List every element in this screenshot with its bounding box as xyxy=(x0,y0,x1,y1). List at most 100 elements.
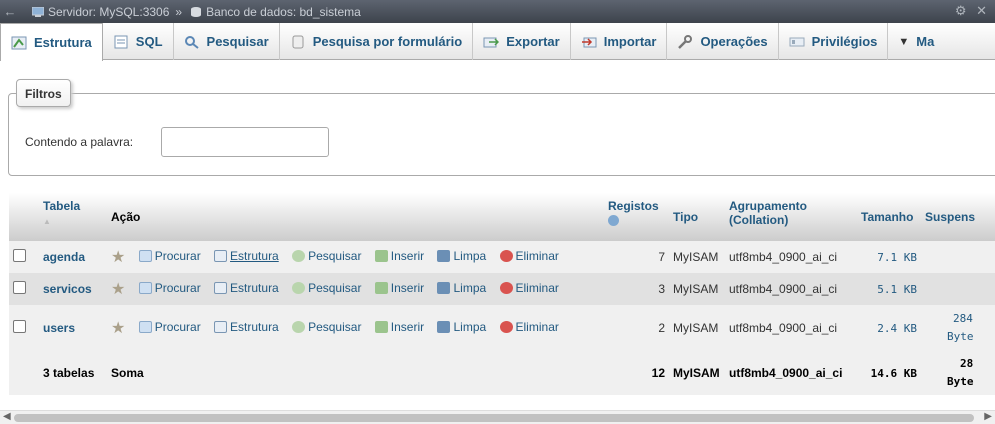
help-icon[interactable] xyxy=(608,215,619,226)
action-procurar[interactable]: Procurar xyxy=(138,249,201,263)
row-checkbox[interactable] xyxy=(13,320,26,333)
action-inserir[interactable]: Inserir xyxy=(374,320,424,334)
row-tamanho[interactable]: 2.4 KB xyxy=(857,305,921,351)
tab-estrutura[interactable]: Estrutura xyxy=(0,23,103,61)
filter-input[interactable] xyxy=(161,127,329,157)
header-agrupamento-label: Agrupamento xyxy=(729,199,807,213)
row-tamanho[interactable]: 7.1 KB xyxy=(857,241,921,273)
header-checkbox-col xyxy=(9,193,39,241)
action-label: Estrutura xyxy=(230,249,279,263)
action-label: Inserir xyxy=(390,249,425,263)
row-suspenso: 284 Byte xyxy=(921,305,995,351)
tables-list: Tabela ▲ Ação Registos Tipo Agrupamento … xyxy=(9,193,995,395)
action-procurar[interactable]: Procurar xyxy=(138,320,201,334)
star-icon[interactable]: ★ xyxy=(111,281,125,298)
row-actions: ★ Procurar Estrutura Pesquisar Inserir L… xyxy=(107,273,604,305)
action-label: Estrutura xyxy=(230,281,279,295)
action-estrutura[interactable]: Estrutura xyxy=(214,249,279,263)
tab-pesquisar[interactable]: Pesquisar xyxy=(174,23,280,60)
browse-icon xyxy=(138,250,152,262)
scrollbar-thumb[interactable] xyxy=(14,414,974,422)
tab-label: Importar xyxy=(603,34,657,49)
privileges-icon xyxy=(789,37,805,46)
star-icon[interactable]: ★ xyxy=(111,320,125,337)
tab-operacoes[interactable]: Operações xyxy=(667,23,779,60)
action-estrutura[interactable]: Estrutura xyxy=(214,281,279,295)
header-tipo[interactable]: Tipo xyxy=(669,193,725,241)
filters-legend: Filtros xyxy=(16,79,71,107)
breadcrumb-database-label: Banco de dados: bd_sistema xyxy=(206,4,361,19)
caret-down-icon: ▼ xyxy=(898,35,910,48)
header-tabela[interactable]: Tabela ▲ xyxy=(39,193,107,241)
breadcrumb-database[interactable]: Banco de dados: bd_sistema xyxy=(188,5,361,19)
action-inserir[interactable]: Inserir xyxy=(374,249,425,263)
action-procurar[interactable]: Procurar xyxy=(138,281,201,295)
structure-icon xyxy=(214,282,228,294)
header-tamanho[interactable]: Tamanho xyxy=(857,193,921,241)
row-registos: 3 xyxy=(604,273,669,305)
header-registos[interactable]: Registos xyxy=(604,193,669,241)
row-registos: 7 xyxy=(604,241,669,273)
row-actions: ★ Procurar Estrutura Pesquisar Inserir L… xyxy=(107,305,604,351)
arrow-left-icon[interactable]: ← xyxy=(0,4,20,19)
row-tamanho[interactable]: 5.1 KB xyxy=(857,273,921,305)
table-row: users ★ Procurar Estrutura Pesquisar Ins… xyxy=(9,305,995,351)
action-label: Eliminar xyxy=(515,249,559,263)
header-acao: Ação xyxy=(107,193,604,241)
empty-icon xyxy=(437,321,451,333)
scroll-left-icon[interactable]: ◀ xyxy=(3,411,11,422)
table-name-link[interactable]: agenda xyxy=(39,241,107,273)
search-icon xyxy=(184,35,199,49)
action-limpa[interactable]: Limpa xyxy=(437,249,486,263)
table-name-link[interactable]: users xyxy=(39,305,107,351)
row-collation: utf8mb4_0900_ai_ci xyxy=(725,273,857,305)
table-name-link[interactable]: servicos xyxy=(39,273,107,305)
table-row: servicos ★ Procurar Estrutura Pesquisar … xyxy=(9,273,995,305)
tab-exportar[interactable]: Exportar xyxy=(473,23,571,60)
action-limpa[interactable]: Limpa xyxy=(437,320,486,334)
action-eliminar[interactable]: Eliminar xyxy=(499,249,559,263)
browse-icon xyxy=(138,282,152,294)
tab-bar: Estrutura SQL Pesquisar Pesquisa por for… xyxy=(0,23,995,61)
tab-label: Pesquisa por formulário xyxy=(312,34,463,49)
tab-mais[interactable]: ▼ Ma xyxy=(888,23,944,60)
tab-label: SQL xyxy=(135,34,163,49)
gear-icon[interactable]: ⚙ xyxy=(955,3,967,18)
footer-soma: Soma xyxy=(107,351,604,395)
row-tipo: MyISAM xyxy=(669,305,725,351)
sort-asc-icon: ▲ xyxy=(43,217,51,226)
tab-privilegios[interactable]: Privilégios xyxy=(779,23,889,60)
star-icon[interactable]: ★ xyxy=(111,249,125,266)
close-icon[interactable]: ✕ xyxy=(976,3,987,18)
action-label: Limpa xyxy=(453,320,487,334)
footer-suspenso-unit: Byte xyxy=(947,375,974,388)
header-agrupamento[interactable]: Agrupamento (Collation) xyxy=(725,193,857,241)
delete-icon xyxy=(499,282,513,294)
action-eliminar[interactable]: Eliminar xyxy=(499,320,559,334)
action-pesquisar[interactable]: Pesquisar xyxy=(292,249,361,263)
footer-registos: 12 xyxy=(604,351,669,395)
action-label: Estrutura xyxy=(230,320,279,334)
footer-empty xyxy=(9,351,39,395)
scroll-right-icon[interactable]: ▶ xyxy=(984,411,992,422)
action-label: Pesquisar xyxy=(308,320,362,334)
tab-pesquisa-formulario[interactable]: Pesquisa por formulário xyxy=(280,23,474,60)
action-estrutura[interactable]: Estrutura xyxy=(214,320,279,334)
insert-icon xyxy=(374,321,388,333)
breadcrumb-server[interactable]: Servidor: MySQL:3306 xyxy=(20,5,169,19)
tab-importar[interactable]: Importar xyxy=(571,23,668,60)
row-checkbox[interactable] xyxy=(13,249,26,262)
action-inserir[interactable]: Inserir xyxy=(374,281,424,295)
action-label: Eliminar xyxy=(515,320,559,334)
action-pesquisar[interactable]: Pesquisar xyxy=(292,320,361,334)
row-checkbox[interactable] xyxy=(13,281,26,294)
tab-sql[interactable]: SQL xyxy=(103,23,174,60)
structure-icon xyxy=(214,250,228,262)
horizontal-scrollbar[interactable]: ◀ ▶ xyxy=(0,410,995,424)
tab-label: Pesquisar xyxy=(206,34,269,49)
action-eliminar[interactable]: Eliminar xyxy=(499,281,559,295)
action-limpa[interactable]: Limpa xyxy=(437,281,486,295)
tab-label: Exportar xyxy=(506,34,560,49)
header-suspenso[interactable]: Suspens xyxy=(921,193,995,241)
action-pesquisar[interactable]: Pesquisar xyxy=(292,281,361,295)
